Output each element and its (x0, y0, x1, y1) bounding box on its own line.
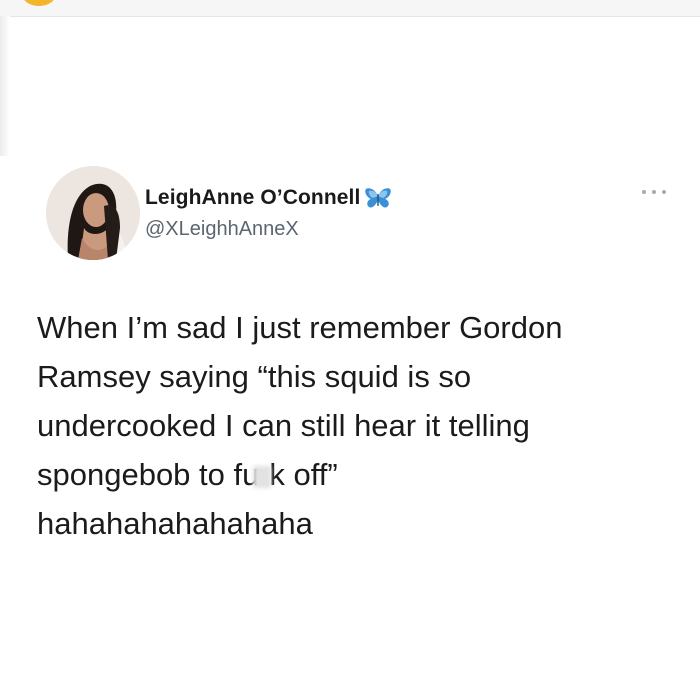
censor-blur (253, 466, 272, 488)
more-options-icon[interactable] (642, 186, 666, 198)
tweet-text-line: Ramsey saying “this squid is so (37, 359, 472, 394)
avatar-photo (46, 166, 140, 260)
top-strip (0, 0, 700, 17)
tweet-text-line: spongebob to fu k off” (37, 450, 677, 499)
tweet-text-line: When I’m sad I just remember Gordon (37, 310, 563, 345)
tweet-text-fragment: spongebob to fu (37, 457, 260, 492)
tweet-text: When I’m sad I just remember Gordon Rams… (37, 303, 677, 548)
tweet-text-line: hahahahahahahaha (37, 506, 313, 541)
tweet-text-line: undercooked I can still hear it telling (37, 408, 530, 443)
butterfly-icon (364, 187, 392, 209)
author-handle[interactable]: @XLeighhAnneX (145, 218, 299, 241)
emoji-icon (22, 0, 56, 6)
tweet-text-fragment: k off” (269, 457, 338, 492)
author-row: LeighAnne O’Connell (145, 184, 392, 212)
avatar[interactable] (46, 166, 140, 260)
display-name[interactable]: LeighAnne O’Connell (145, 186, 360, 210)
edge-shadow (0, 16, 10, 156)
